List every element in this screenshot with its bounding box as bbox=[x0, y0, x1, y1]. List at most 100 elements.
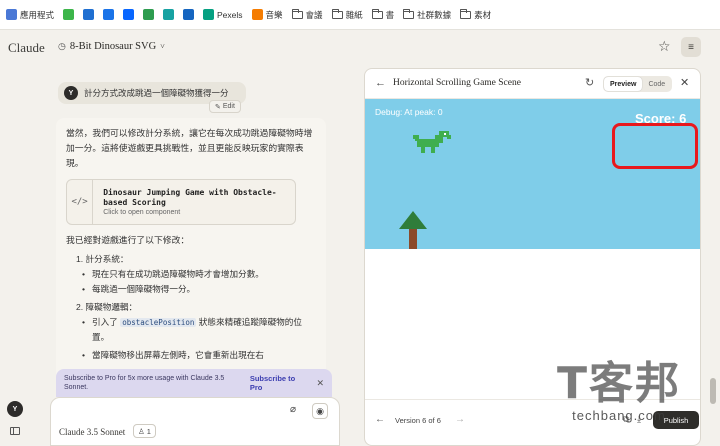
list-item: 2. 障礙物邏輯： bbox=[76, 302, 138, 312]
bookmark-label: 音樂 bbox=[265, 9, 283, 20]
sliders-icon: ≡ bbox=[688, 41, 694, 53]
folder-icon bbox=[371, 8, 383, 19]
user-message-text: 計分方式改成跳過一個障礙物獲得一分 bbox=[84, 88, 229, 98]
bookmark-item[interactable] bbox=[163, 9, 175, 20]
claude-logo[interactable]: Claude bbox=[8, 40, 45, 56]
tree-obstacle bbox=[399, 211, 427, 249]
bookmark-favicon-icon bbox=[63, 9, 75, 20]
bookmark-label: 書 bbox=[385, 9, 395, 20]
refresh-icon[interactable]: ↻ bbox=[585, 76, 594, 89]
sidebar-toggle-icon[interactable] bbox=[10, 427, 20, 435]
account-avatar[interactable]: Y bbox=[7, 401, 23, 417]
next-version-icon[interactable]: → bbox=[455, 414, 465, 425]
bookmark-item[interactable]: 會議 bbox=[291, 8, 323, 21]
list-item: 1. 計分系統： bbox=[76, 254, 129, 264]
pro-banner: Subscribe to Pro for 5x more usage with … bbox=[56, 369, 332, 397]
person-icon: ♙ bbox=[138, 426, 145, 436]
changes-list: 1. 計分系統： 現在只有在成功跳過障礙物時才會增加分數。 每跳過一個障礙物得一… bbox=[66, 252, 316, 363]
subscribe-link[interactable]: Subscribe to Pro bbox=[250, 374, 309, 392]
dinosaur-sprite bbox=[413, 131, 451, 153]
techbang-watermark: T客邦 techbang.com bbox=[538, 360, 700, 430]
bookmark-item[interactable] bbox=[63, 9, 75, 20]
artifact-card[interactable]: </> Dinosaur Jumping Game with Obstacle-… bbox=[66, 179, 296, 225]
watermark-url: techbang.com bbox=[572, 408, 666, 423]
bookmark-favicon-icon bbox=[203, 9, 215, 20]
list-item: 每跳過一個障礙物得一分。 bbox=[66, 282, 316, 297]
chevron-down-icon: ˅ bbox=[160, 42, 165, 51]
list-text: 引入了 bbox=[92, 317, 118, 327]
folder-icon bbox=[291, 8, 303, 19]
assistant-intro: 當然，我們可以修改計分系統，讓它在每次成功跳過障礙物時增加一分。這將使遊戲更具挑… bbox=[66, 128, 313, 168]
bookmark-label: 應用程式 bbox=[20, 9, 55, 20]
user-avatar: Y bbox=[64, 86, 78, 100]
view-toggle: Preview Code bbox=[603, 76, 673, 92]
bookmark-item[interactable]: 應用程式 bbox=[6, 9, 54, 21]
star-icon[interactable]: ☆ bbox=[658, 38, 671, 55]
bookmark-item[interactable]: 音樂 bbox=[251, 9, 283, 21]
watermark-logo: T客邦 bbox=[556, 358, 681, 409]
debug-text: Debug: At peak: 0 bbox=[375, 107, 443, 117]
bookmark-label: 素材 bbox=[474, 9, 492, 20]
bookmark-item[interactable]: Pexels bbox=[203, 9, 243, 20]
bookmark-item[interactable]: 素材 bbox=[460, 8, 492, 21]
bookmark-item[interactable] bbox=[103, 9, 115, 20]
version-label: Version 6 of 6 bbox=[395, 416, 441, 425]
bookmark-item[interactable] bbox=[183, 9, 195, 20]
folder-icon bbox=[403, 8, 415, 19]
artifact-panel-title: Horizontal Scrolling Game Scene bbox=[393, 78, 521, 88]
prev-version-icon[interactable]: ← bbox=[375, 414, 385, 425]
bookmark-label: 會議 bbox=[305, 9, 323, 20]
bookmark-favicon-icon bbox=[6, 9, 17, 20]
bookmark-item[interactable] bbox=[83, 9, 95, 20]
bookmark-item[interactable]: 社群數據 bbox=[403, 8, 452, 21]
score-highlight-box bbox=[612, 123, 698, 169]
bookmark-item[interactable] bbox=[123, 9, 135, 20]
bookmark-favicon-icon bbox=[183, 9, 195, 20]
bookmark-favicon-icon bbox=[163, 9, 175, 20]
assistant-message: 當然，我們可以修改計分系統，讓它在每次成功跳過障礙物時增加一分。這將使遊戲更具挑… bbox=[56, 118, 326, 388]
settings-button[interactable]: ≡ bbox=[681, 37, 701, 57]
artifact-header: ← Horizontal Scrolling Game Scene ↻ Prev… bbox=[365, 69, 700, 99]
badge-count: 1 bbox=[146, 426, 151, 436]
changes-intro: 我已經對遊戲進行了以下修改： bbox=[66, 235, 190, 245]
bookmark-favicon-icon bbox=[143, 9, 155, 20]
bookmark-favicon-icon bbox=[123, 9, 135, 20]
chat-title[interactable]: ◷ 8-Bit Dinosaur SVG ˅ bbox=[58, 41, 165, 52]
bookmark-item[interactable]: 雜紙 bbox=[331, 8, 363, 21]
game-scene[interactable]: Debug: At peak: 0 Score: 6 bbox=[365, 99, 700, 249]
edit-button[interactable]: ✎ Edit bbox=[209, 100, 241, 113]
bookmark-label: Pexels bbox=[217, 9, 243, 20]
close-icon[interactable]: ✕ bbox=[316, 378, 324, 389]
bookmark-favicon-icon bbox=[83, 9, 95, 20]
style-badge[interactable]: ♙ 1 bbox=[133, 424, 156, 438]
bookmarks-bar: 應用程式 Pexels 音樂 會議 雜紙 書 社群數據 素材 bbox=[0, 0, 720, 30]
list-item: 引入了 obstaclePosition 狀態來精確追蹤障礙物的位置。 bbox=[66, 315, 316, 345]
folder-icon bbox=[460, 8, 472, 19]
chat-title-text: 8-Bit Dinosaur SVG bbox=[69, 41, 157, 52]
model-selector[interactable]: Claude 3.5 Sonnet bbox=[59, 427, 125, 437]
pencil-icon: ✎ bbox=[215, 103, 221, 111]
paperclip-icon[interactable]: ⌀ bbox=[290, 404, 304, 418]
bookmark-item[interactable]: 書 bbox=[371, 8, 395, 21]
bookmark-label: 社群數據 bbox=[417, 9, 452, 20]
folder-icon bbox=[331, 8, 343, 19]
back-arrow-icon[interactable]: ← bbox=[375, 77, 386, 89]
pro-banner-text: Subscribe to Pro for 5x more usage with … bbox=[64, 375, 225, 391]
chat-icon: ◷ bbox=[58, 41, 66, 51]
tab-preview[interactable]: Preview bbox=[604, 77, 643, 91]
tab-code[interactable]: Code bbox=[642, 77, 671, 91]
code-icon: </> bbox=[67, 180, 94, 224]
artifact-subtitle: Click to open component bbox=[103, 209, 181, 216]
bookmark-favicon-icon bbox=[103, 9, 115, 20]
artifact-title: Dinosaur Jumping Game with Obstacle-base… bbox=[103, 188, 277, 207]
bookmark-label: 雜紙 bbox=[345, 9, 363, 20]
camera-icon[interactable]: ◉ bbox=[312, 403, 328, 419]
scrollbar[interactable] bbox=[710, 378, 716, 404]
edit-label: Edit bbox=[222, 103, 235, 110]
list-item: 現在只有在成功跳過障礙物時才會增加分數。 bbox=[66, 267, 316, 282]
close-icon[interactable]: ✕ bbox=[680, 76, 689, 89]
bookmark-item[interactable] bbox=[143, 9, 155, 20]
list-item: 當障礙物移出屏幕左側時，它會重新出現在右 bbox=[66, 348, 316, 363]
bookmark-favicon-icon bbox=[251, 9, 263, 20]
inline-code: obstaclePosition bbox=[120, 318, 197, 327]
